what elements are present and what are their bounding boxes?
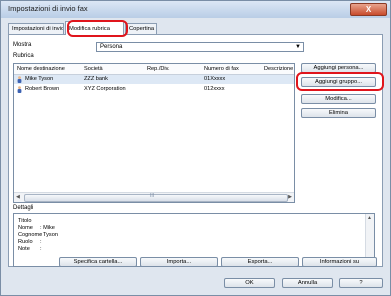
- row-name: Mike Tyson: [25, 76, 54, 82]
- window-title: Impostazioni di invio fax: [8, 4, 88, 13]
- row-company: XYZ Corporation: [84, 86, 126, 92]
- scroll-left-icon[interactable]: ◀: [16, 194, 20, 200]
- show-dropdown[interactable]: Persona ▼: [96, 42, 304, 52]
- show-dropdown-value: Persona: [100, 44, 123, 50]
- col-header-dept[interactable]: Rep./Div.: [147, 66, 170, 72]
- table-row[interactable]: Robert Brown XYZ Corporation 012xxxx: [14, 85, 294, 94]
- details-label: Dettagli: [13, 205, 34, 211]
- fax-settings-window: Impostazioni di invio fax X Impostazioni…: [0, 0, 391, 296]
- detail-role-label: Ruolo: [18, 239, 33, 245]
- detail-notes-value: :: [40, 246, 42, 252]
- person-icon: [17, 86, 22, 93]
- scroll-up-icon[interactable]: ▲: [367, 215, 372, 221]
- close-button[interactable]: X: [350, 3, 387, 16]
- detail-role-value: :: [40, 239, 42, 245]
- tab-cover-page[interactable]: Copertina: [125, 23, 157, 34]
- row-name: Robert Brown: [25, 86, 60, 92]
- show-label: Mostra: [13, 42, 32, 48]
- edit-button[interactable]: Modifica...: [301, 94, 376, 104]
- col-header-name[interactable]: Nome destinazione: [17, 66, 65, 72]
- delete-button[interactable]: Elimina: [301, 108, 376, 118]
- scroll-thumb[interactable]: III: [24, 193, 288, 202]
- col-header-fax[interactable]: Numero di fax: [204, 66, 239, 72]
- detail-title-label: Titolo: [18, 218, 32, 224]
- detail-surname-label: Cognome: [18, 232, 43, 238]
- highlight-tab-mark: [67, 20, 128, 37]
- detail-surname-value: : Tyson: [40, 232, 58, 238]
- row-company: ZZZ bank: [84, 76, 108, 82]
- tab-send-settings[interactable]: Impostazioni di invio: [8, 23, 64, 34]
- scroll-grip: III: [150, 193, 155, 199]
- col-header-description[interactable]: Descrizione: [264, 66, 293, 72]
- cancel-button[interactable]: Annulla: [282, 278, 333, 288]
- dialog-button-bar: OK Annulla ?: [1, 265, 390, 295]
- detail-name-label: Nome: [18, 225, 33, 231]
- ok-button[interactable]: OK: [224, 278, 275, 288]
- title-bar[interactable]: Impostazioni di invio fax X: [1, 1, 390, 18]
- col-header-company[interactable]: Società: [84, 66, 103, 72]
- address-book-list[interactable]: Nome destinazione Società Rep./Div. Nume…: [13, 63, 295, 203]
- list-header: Nome destinazione Società Rep./Div. Nume…: [14, 64, 294, 75]
- table-row[interactable]: Mike Tyson ZZZ bank 01Xxxxx: [14, 75, 294, 84]
- detail-name-value: : Mike: [40, 225, 55, 231]
- highlight-add-group-mark: [296, 72, 384, 91]
- address-book-label: Rubrica: [13, 53, 34, 59]
- chevron-down-icon: ▼: [295, 44, 301, 50]
- person-icon: [17, 76, 22, 83]
- help-button[interactable]: ?: [339, 278, 383, 288]
- row-fax: 01Xxxxx: [204, 76, 226, 82]
- horizontal-scrollbar[interactable]: ◀ III ▶: [14, 192, 294, 202]
- address-book-panel: Mostra Persona ▼ Rubrica Nome destinazio…: [8, 34, 383, 267]
- scroll-right-icon[interactable]: ▶: [288, 194, 292, 200]
- detail-notes-label: Note: [18, 246, 30, 252]
- row-fax: 012xxxx: [204, 86, 225, 92]
